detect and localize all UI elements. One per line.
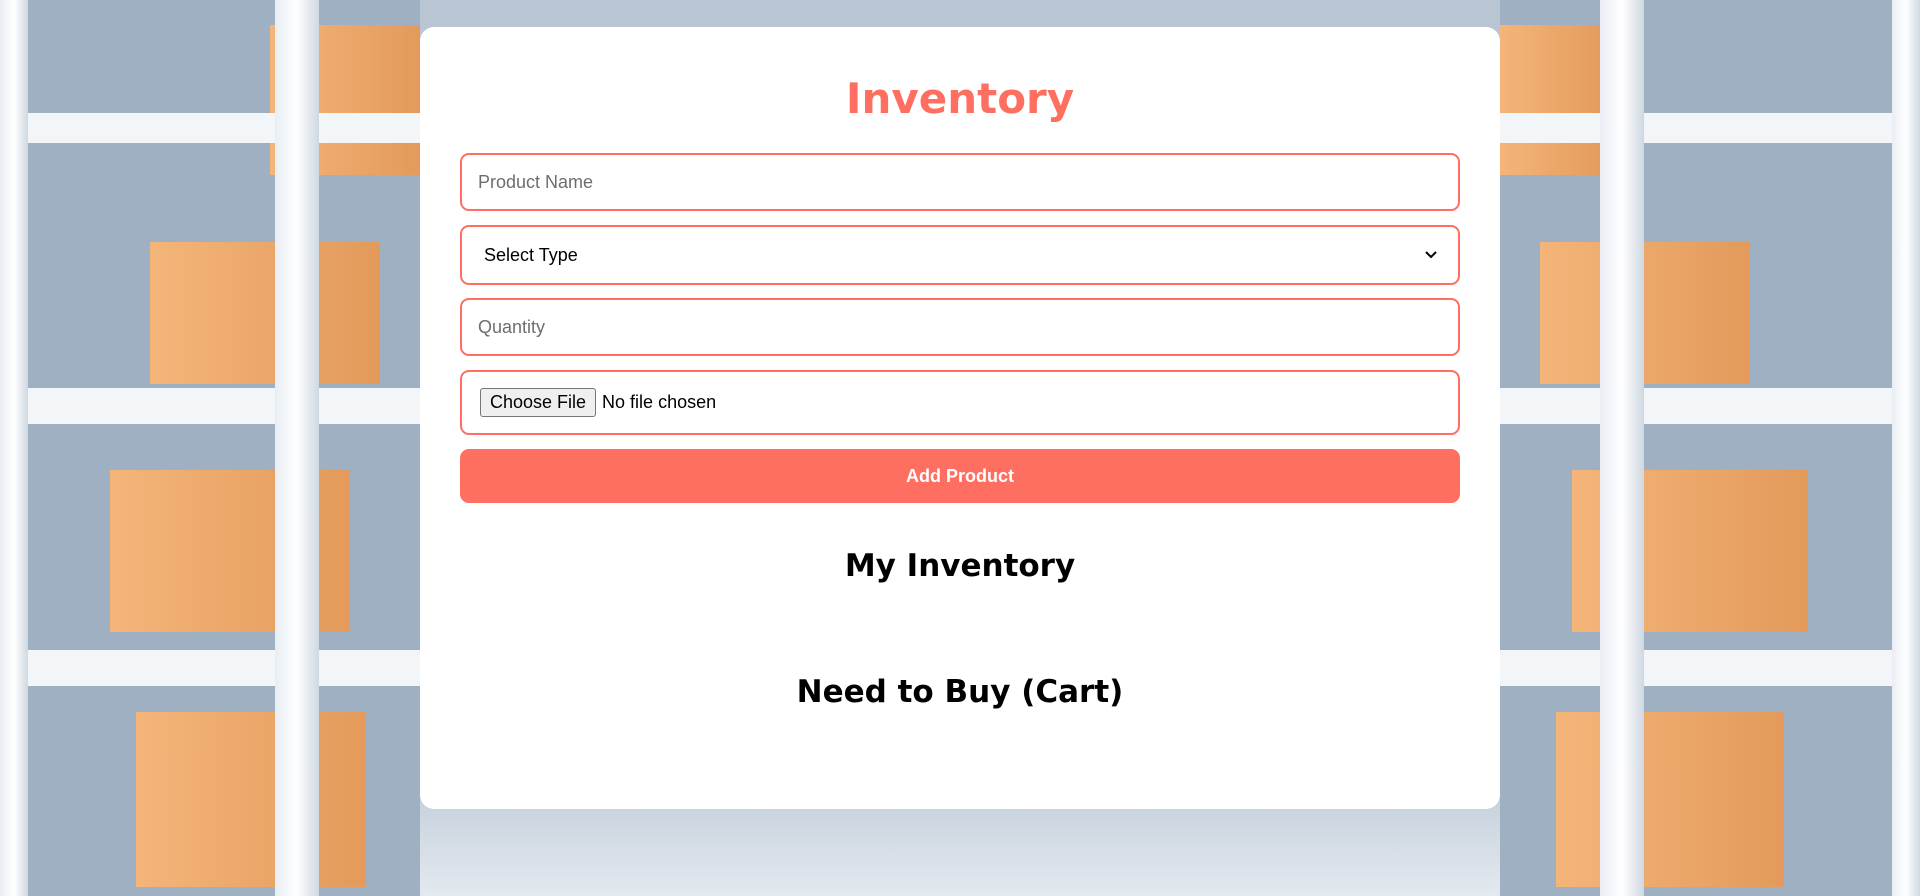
inventory-card: Inventory Select Type Choose File No fil… bbox=[420, 27, 1500, 809]
type-select[interactable]: Select Type bbox=[460, 225, 1460, 285]
file-status-text: No file chosen bbox=[602, 392, 717, 412]
file-upload-field: Choose File No file chosen bbox=[460, 370, 1460, 435]
quantity-input[interactable] bbox=[460, 298, 1460, 356]
add-product-button[interactable]: Add Product bbox=[460, 449, 1460, 503]
page-title: Inventory bbox=[845, 74, 1075, 123]
type-select-value: Select Type bbox=[484, 244, 578, 265]
chevron-down-icon bbox=[1425, 251, 1437, 259]
choose-file-button[interactable]: Choose File bbox=[480, 388, 597, 417]
product-name-input[interactable] bbox=[460, 153, 1460, 211]
my-inventory-heading: My Inventory bbox=[844, 548, 1076, 584]
cart-heading: Need to Buy (Cart) bbox=[796, 674, 1124, 710]
